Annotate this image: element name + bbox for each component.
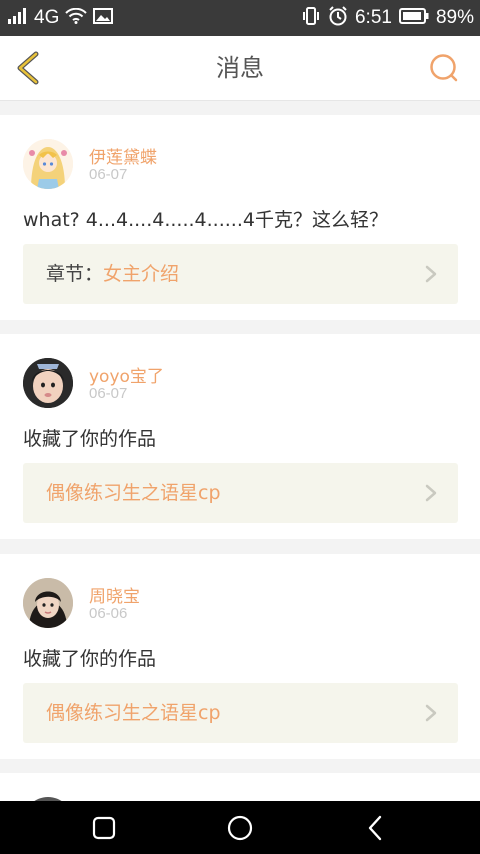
app-header: 消息 [0, 36, 480, 101]
username[interactable]: 伊莲黛蝶 [89, 143, 157, 168]
battery-level: 89% [435, 7, 474, 28]
avatar[interactable] [23, 578, 73, 628]
link-title: 偶像练习生之语星cp [46, 702, 221, 724]
avatar[interactable] [23, 358, 73, 408]
message-text: 收藏了你的作品 [23, 428, 157, 450]
message-date: 06-07 [89, 166, 128, 183]
link-text: 偶像练习生之语星cp [46, 683, 221, 743]
message-list[interactable]: 伊莲黛蝶 06-07 what? 4...4....4.....4......4… [0, 101, 480, 801]
message-card [0, 773, 480, 801]
message-card: 伊莲黛蝶 06-07 what? 4...4....4.....4......4… [0, 115, 480, 320]
username[interactable]: 周晓宝 [89, 582, 140, 607]
home-button[interactable] [225, 813, 255, 843]
chevron-right-icon [425, 265, 437, 283]
image-icon [93, 8, 114, 28]
link-title: 偶像练习生之语星cp [46, 482, 221, 504]
signal-icon [8, 8, 28, 28]
back-nav-button[interactable] [361, 813, 391, 843]
message-card: yoyo宝了 06-07 收藏了你的作品 偶像练习生之语星cp [0, 334, 480, 539]
work-link[interactable]: 偶像练习生之语星cp [23, 683, 458, 743]
avatar[interactable] [23, 139, 73, 189]
message-date: 06-07 [89, 385, 128, 402]
status-bar: 4G 6:51 89% [0, 0, 480, 36]
chevron-right-icon [425, 704, 437, 722]
triangle-back-icon [368, 815, 382, 841]
message-card: 周晓宝 06-06 收藏了你的作品 偶像练习生之语星cp [0, 554, 480, 759]
chapter-link[interactable]: 章节：女主介绍 [23, 244, 458, 304]
square-icon [92, 816, 116, 840]
system-nav-bar [0, 801, 480, 854]
work-link[interactable]: 偶像练习生之语星cp [23, 463, 458, 523]
link-title: 女主介绍 [103, 263, 180, 285]
wifi-icon [65, 7, 88, 28]
network-type: 4G [34, 7, 60, 28]
circle-icon [227, 815, 253, 841]
search-icon [430, 54, 458, 82]
username[interactable]: yoyo宝了 [89, 362, 164, 387]
link-text: 偶像练习生之语星cp [46, 463, 221, 523]
link-prefix: 章节： [46, 263, 104, 285]
vibrate-icon [301, 7, 321, 29]
chevron-left-icon [17, 51, 39, 85]
link-text: 章节：女主介绍 [46, 244, 179, 304]
message-text: what? 4...4....4.....4......4千克？这么轻？ [23, 209, 388, 231]
battery-icon [398, 8, 429, 28]
message-text: 收藏了你的作品 [23, 648, 157, 670]
message-date: 06-06 [89, 605, 128, 622]
search-button[interactable] [428, 52, 460, 84]
alarm-icon [328, 6, 348, 30]
recent-apps-button[interactable] [89, 813, 119, 843]
chevron-right-icon [425, 484, 437, 502]
page-title: 消息 [216, 54, 264, 82]
back-button[interactable] [12, 50, 48, 86]
clock: 6:51 [354, 7, 392, 28]
